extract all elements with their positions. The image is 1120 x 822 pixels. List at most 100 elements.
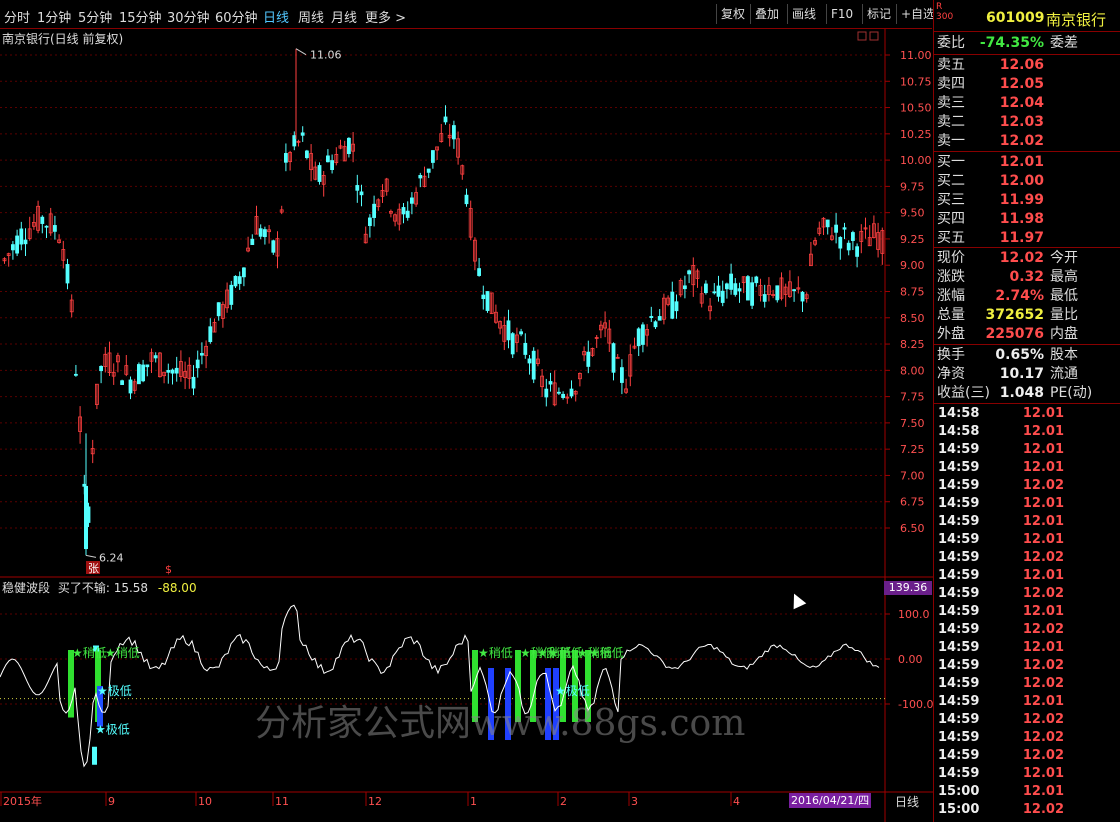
candle-body [426,168,431,173]
tab-60min[interactable]: 60分钟 [215,7,258,26]
candle-body [136,364,141,385]
tick-row: 15:00 12.01 [934,783,1120,801]
candle-body [216,302,221,317]
candle-body [557,391,561,394]
candle-body [208,326,213,343]
candle-body [317,165,322,182]
stat-row: 总量 372652 量比 [934,306,1120,324]
ask-row-value: 12.04 [999,95,1044,111]
stat-row-value: 372652 [985,307,1044,323]
candle-body [53,225,57,232]
overlay-button[interactable]: 叠加 [750,4,783,24]
y-tick-label: 10.75 [900,75,932,88]
tab-weekly[interactable]: 周线 [298,7,324,26]
tick-price: 12.01 [1022,766,1064,781]
candle-body [145,364,150,368]
candle-body [485,291,490,311]
candle-body [451,125,456,140]
tab-30min[interactable]: 30分钟 [167,7,210,26]
bid-row-value: 12.00 [999,173,1044,189]
stat2-row: 净资 10.17 流通 [934,365,1120,383]
tab-daily[interactable]: 日线 [263,7,289,26]
candle-body [359,191,364,196]
candle-body [531,350,536,380]
candle-body [355,185,360,191]
signal-label: ★极低 [97,684,132,698]
candle-body [229,284,234,305]
tick-row: 14:59 12.01 [934,693,1120,711]
candle-body [792,289,796,292]
candle-body [746,276,750,301]
tick-time: 14:59 [938,640,980,655]
tick-price: 12.01 [1022,406,1064,421]
candle-body [65,264,70,284]
bid-row-value: 11.99 [999,192,1044,208]
x-tick-label: 11 [275,795,289,808]
fuquan-button[interactable]: 复权 [716,4,749,24]
candle-body [120,380,124,385]
x-tick-label: 3 [631,795,638,808]
tick-row: 14:59 12.01 [934,765,1120,783]
y-tick-label: 10.50 [900,102,932,115]
tick-row: 14:59 12.01 [934,495,1120,513]
candle-body [367,217,372,226]
tick-price: 12.02 [1022,676,1064,691]
kline-chart[interactable]: 11.0010.7510.5010.2510.009.759.509.259.0… [0,29,933,822]
signal-label: ★稍低 [105,646,140,660]
candle-body [649,316,654,319]
tab-5min[interactable]: 5分钟 [78,7,112,26]
candle-body [409,197,414,204]
stat-row: 涨幅 2.74% 最低 [934,287,1120,305]
tab-more[interactable]: 更多 > [365,7,406,26]
candle-body [725,283,729,290]
tick-row: 14:59 12.02 [934,621,1120,639]
candle-body [195,359,200,369]
x-tick-label: 12 [368,795,382,808]
ask-row-label: 卖五 [937,57,965,73]
draw-button[interactable]: 画线 [787,4,820,24]
signal-label: ★极低 [95,722,130,736]
tick-time: 14:59 [938,514,980,529]
ask-row-value: 12.03 [999,114,1044,130]
y-tick-label: 8.25 [900,338,925,351]
candle-body [250,238,255,245]
tick-time: 15:00 [938,784,980,799]
candle-body [166,370,171,373]
weibi-label: 委比 [937,35,965,51]
tick-row: 14:59 12.02 [934,477,1120,495]
tick-price: 12.01 [1022,496,1064,511]
low-label: 6.24 [99,551,124,564]
candle-body [754,276,759,284]
candle-body [170,369,175,374]
y-tick-label: 9.50 [900,207,925,220]
candle-body [825,219,830,228]
tick-price: 12.01 [1022,604,1064,619]
y-tick-label: 9.75 [900,180,925,193]
stat-row-right: 最低 [1050,288,1078,304]
tick-time: 14:59 [938,586,980,601]
candle-body [430,150,435,163]
candle-body [15,235,20,254]
tab-1min[interactable]: 1分钟 [37,7,71,26]
stat2-row-right: 股本 [1050,347,1078,363]
candle-body [674,301,679,312]
tab-15min[interactable]: 15分钟 [119,7,162,26]
signal-label: ★稍低 [478,646,513,660]
ask-row-label: 卖一 [937,133,965,149]
x-tick-label: 2 [560,795,567,808]
s-marker: $ [165,563,172,576]
candle-body [846,242,851,251]
f10-button[interactable]: F10 [826,4,857,24]
candle-body [372,203,377,218]
bid-row: 买五 11.97 [934,229,1120,247]
tick-price: 12.01 [1022,568,1064,583]
candle-body [477,268,482,276]
y-tick-label: 8.50 [900,312,925,325]
y-tick-label: 10.25 [900,128,932,141]
tab-monthly[interactable]: 月线 [331,7,357,26]
ask-row: 卖一 12.02 [934,132,1120,150]
tab-fenshi[interactable]: 分时 [4,7,30,26]
mark-button[interactable]: 标记 [862,4,895,24]
candle-body [611,343,616,373]
y-tick-label: 8.00 [900,364,925,377]
